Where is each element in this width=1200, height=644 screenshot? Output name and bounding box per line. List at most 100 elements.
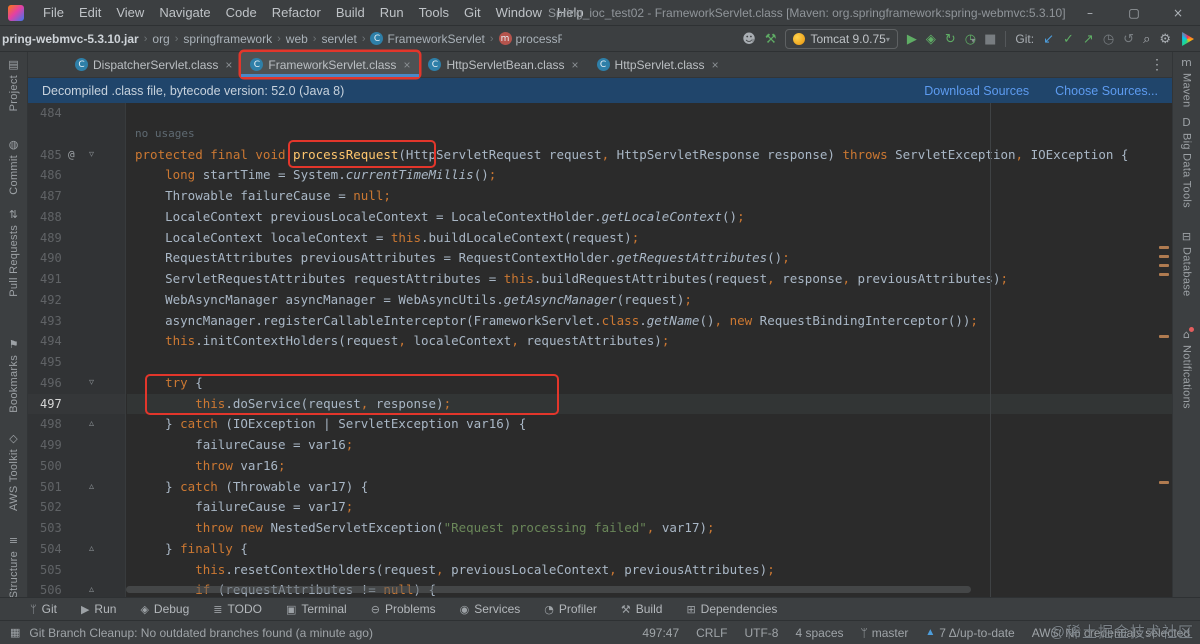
git-push-icon[interactable]: ↗ <box>1083 33 1094 46</box>
menu-git[interactable]: Git <box>457 3 488 22</box>
error-stripe-mark[interactable] <box>1159 264 1169 267</box>
stop-button[interactable]: ■ <box>984 33 996 46</box>
toolwindow-button-todo[interactable]: ≣ TODO <box>213 602 262 616</box>
breadcrumb-item-pring-webmvc-5-3-10-jar[interactable]: pring-webmvc-5.3.10.jar <box>2 32 139 46</box>
fold-close-icon[interactable]: ▵ <box>89 539 94 560</box>
fold-open-icon[interactable]: ▿ <box>89 145 94 166</box>
toolwindow-button-run[interactable]: ▶ Run <box>81 602 116 616</box>
toolwindow-toggle-icon[interactable]: ▦ <box>10 626 20 639</box>
stripe-item-big-data-tools[interactable]: D Big Data Tools <box>1173 116 1200 208</box>
search-icon[interactable]: ⌕ <box>1143 33 1150 46</box>
intellij-logo-icon <box>8 4 24 21</box>
ide-features-icon[interactable] <box>1182 32 1194 46</box>
run-configuration-select[interactable]: Tomcat 9.0.75 ▾ <box>785 29 898 49</box>
menu-edit[interactable]: Edit <box>72 3 108 22</box>
tab-httpservletbean-class[interactable]: C HttpServletBean.class × <box>419 52 587 77</box>
stripe-item-notifications[interactable]: ⌂ Notifications <box>1173 327 1200 409</box>
menu-run[interactable]: Run <box>373 3 411 22</box>
maximize-icon[interactable]: ▢ <box>1112 0 1156 26</box>
coverage-button[interactable]: ↻ <box>945 33 956 46</box>
close-icon[interactable]: × <box>572 58 579 72</box>
stripe-item-bookmarks[interactable]: ⚑ Bookmarks <box>0 338 27 413</box>
indent-widget[interactable]: 4 spaces <box>795 626 843 640</box>
toolwindow-button-terminal[interactable]: ▣ Terminal <box>286 602 347 616</box>
toolwindow-button-dependencies[interactable]: ⊞ Dependencies <box>686 602 777 616</box>
toolwindow-button-problems[interactable]: ⊖ Problems <box>371 602 436 616</box>
rollback-icon[interactable]: ↺ <box>1123 33 1134 46</box>
tab-httpservlet-class[interactable]: C HttpServlet.class × <box>588 52 728 77</box>
line-number: 499 <box>40 438 62 452</box>
profiler-button[interactable]: ◷▾ <box>965 33 976 46</box>
code-editor[interactable]: 484 485 @ ▿ 486 487 488 489 490 491 492 493 494 495 49… <box>28 103 1172 597</box>
stripe-item-database[interactable]: ⊟ Database <box>1173 230 1200 297</box>
toolwindow-button-build[interactable]: ⚒ Build <box>621 602 663 616</box>
toolwindow-button-git[interactable]: ᛘ Git <box>30 602 57 616</box>
menu-build[interactable]: Build <box>329 3 372 22</box>
fold-open-icon[interactable]: ▿ <box>89 373 94 394</box>
minimize-icon[interactable]: – <box>1068 0 1112 26</box>
stripe-item-pull-requests[interactable]: ⇅ Pull Requests <box>0 208 27 297</box>
error-stripe-mark[interactable] <box>1159 335 1169 338</box>
stripe-item-commit[interactable]: ◍ Commit <box>0 138 27 195</box>
aws-credentials-widget[interactable]: AWS: No credentials selected <box>1032 626 1190 640</box>
user-account-icon[interactable]: ☻▾ <box>742 33 756 46</box>
git-branch-widget[interactable]: ᛘ master <box>861 626 909 640</box>
horizontal-scrollbar[interactable] <box>126 586 971 593</box>
line-separator-widget[interactable]: CRLF <box>696 626 727 640</box>
error-stripe-mark[interactable] <box>1159 246 1169 249</box>
tab-frameworkservlet-class[interactable]: C FrameworkServlet.class × <box>241 52 420 77</box>
error-stripe-mark[interactable] <box>1159 255 1169 258</box>
breadcrumb-item-springframework[interactable]: springframework <box>183 32 272 46</box>
delta-icon: ▲ <box>925 627 936 638</box>
menu-navigate[interactable]: Navigate <box>152 3 217 22</box>
download-sources-link[interactable]: Download Sources <box>924 84 1029 98</box>
breadcrumb-label: springframework <box>183 31 273 46</box>
breadcrumb-item-processrequest[interactable]: mprocessRequest <box>498 32 562 46</box>
history-clock-icon[interactable]: ◷ <box>1103 33 1114 46</box>
build-hammer-icon[interactable]: ⚒ <box>765 33 777 46</box>
close-icon[interactable]: × <box>1156 0 1200 26</box>
pull-requests-icon: ⇅ <box>8 208 19 221</box>
sync-status-widget[interactable]: ▲ 7 Δ/up-to-date <box>925 626 1014 640</box>
stripe-item-maven[interactable]: m Maven <box>1173 56 1200 108</box>
settings-gear-icon[interactable]: ⚙ <box>1159 33 1171 46</box>
breadcrumb-item-web[interactable]: web <box>286 32 308 46</box>
breadcrumb-item-servlet[interactable]: servlet <box>321 32 356 46</box>
run-button[interactable]: ▶ <box>907 33 917 46</box>
caret-position-widget[interactable]: 497:47 <box>642 626 679 640</box>
tab-dispatcherservlet-class[interactable]: C DispatcherServlet.class × <box>66 52 241 77</box>
toolwindow-button-profiler[interactable]: ◔ Profiler <box>544 602 597 616</box>
breadcrumb-item-frameworkservlet[interactable]: C FrameworkServlet <box>370 32 485 46</box>
error-stripe-mark[interactable] <box>1159 273 1169 276</box>
fold-close-icon[interactable]: ▵ <box>89 414 94 435</box>
close-icon[interactable]: × <box>225 58 232 72</box>
fold-close-icon[interactable]: ▵ <box>89 580 94 597</box>
toolwindow-button-services[interactable]: ◉ Services <box>460 602 521 616</box>
breadcrumb-item-org[interactable]: org <box>152 32 169 46</box>
code-line: LocaleContext previousLocaleContext = Lo… <box>135 208 745 224</box>
menu-tools[interactable]: Tools <box>412 3 456 22</box>
stripe-item-structure[interactable]: ≡ Structure <box>0 534 27 598</box>
menu-refactor[interactable]: Refactor <box>265 3 328 22</box>
error-stripe-mark[interactable] <box>1159 481 1169 484</box>
status-message[interactable]: Git Branch Cleanup: No outdated branches… <box>29 626 373 640</box>
encoding-widget[interactable]: UTF-8 <box>744 626 778 640</box>
menu-file[interactable]: File <box>36 3 71 22</box>
git-update-icon[interactable]: ↙ <box>1043 33 1054 46</box>
choose-sources-link[interactable]: Choose Sources... <box>1055 84 1158 98</box>
fold-close-icon[interactable]: ▵ <box>89 477 94 498</box>
stripe-item-project[interactable]: ▤ Project <box>0 58 27 111</box>
gutter-line: 492 <box>28 290 125 311</box>
line-number: 496 <box>40 375 62 390</box>
debug-button[interactable]: ◈ <box>926 33 936 46</box>
close-icon[interactable]: × <box>403 58 410 72</box>
line-number: 498 <box>40 417 62 432</box>
stripe-item-aws-toolkit[interactable]: ◇ AWS Toolkit <box>0 432 27 511</box>
toolwindow-button-debug[interactable]: ◈ Debug <box>140 602 189 616</box>
tab-options-icon[interactable]: ⋮ <box>1150 56 1164 73</box>
menu-window[interactable]: Window <box>489 3 549 22</box>
menu-code[interactable]: Code <box>219 3 264 22</box>
menu-view[interactable]: View <box>109 3 151 22</box>
git-commit-check-icon[interactable]: ✓ <box>1063 33 1074 46</box>
close-icon[interactable]: × <box>712 58 719 72</box>
